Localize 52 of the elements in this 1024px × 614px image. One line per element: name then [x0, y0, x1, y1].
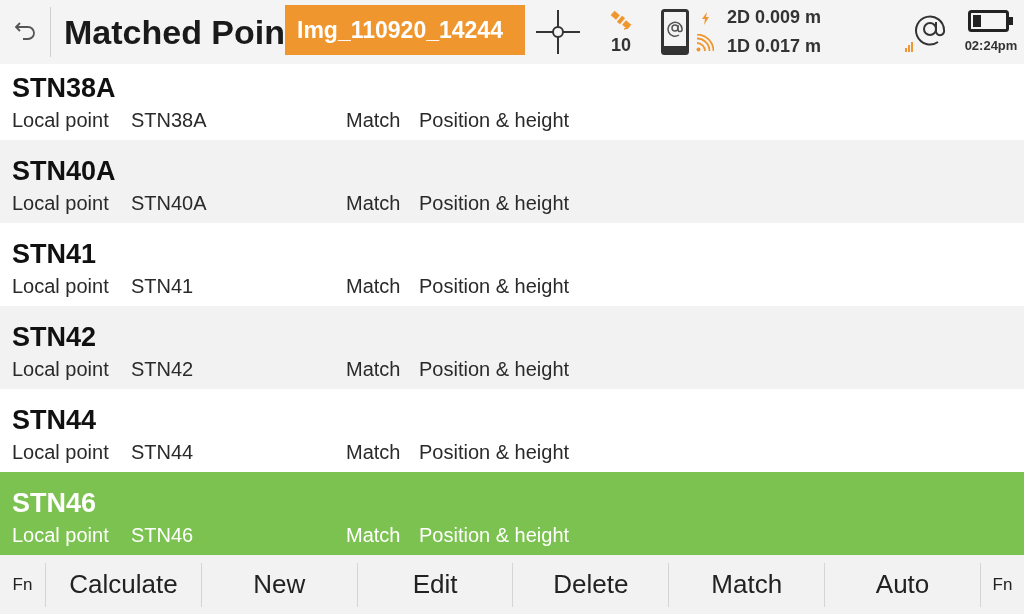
point-name: STN41	[12, 238, 97, 271]
point-row[interactable]: STN40A Local point STN40A Match Position & height	[0, 140, 1024, 223]
match-label: Match	[346, 108, 401, 133]
local-point-label: Local point	[12, 440, 109, 465]
local-point-label: Local point	[12, 191, 109, 216]
local-point-label: Local point	[12, 108, 109, 133]
match-label: Match	[346, 523, 401, 548]
toolbar-button[interactable]: Match	[669, 555, 825, 614]
local-point-value: STN42	[131, 357, 194, 382]
clock-time: 02:24pm	[964, 38, 1018, 54]
point-name: STN44	[12, 404, 97, 437]
match-value: Position & height	[419, 357, 570, 382]
local-point-value: STN46	[131, 523, 194, 548]
page-title: Matched Poin	[64, 12, 286, 52]
phone-icon[interactable]	[661, 9, 690, 55]
precision-reading: 1D 0.017 m	[727, 35, 822, 58]
satellite-count: 10	[611, 33, 632, 56]
toolbar-button[interactable]: Auto	[825, 555, 980, 614]
point-name: STN42	[12, 321, 97, 354]
local-point-label: Local point	[12, 357, 109, 382]
toolbar-button[interactable]: Delete	[513, 555, 669, 614]
local-point-label: Local point	[12, 523, 109, 548]
battery-icon[interactable]	[968, 10, 1014, 32]
point-name: STN40A	[12, 155, 116, 188]
local-point-label: Local point	[12, 274, 109, 299]
match-value: Position & height	[419, 274, 570, 299]
match-label: Match	[346, 440, 401, 465]
match-label: Match	[346, 274, 401, 299]
match-value: Position & height	[419, 440, 570, 465]
point-name: STN38A	[12, 72, 116, 105]
local-point-value: STN44	[131, 440, 194, 465]
point-name: STN46	[12, 487, 97, 520]
point-row[interactable]: STN42 Local point STN42 Match Position & height	[0, 306, 1024, 389]
back-icon[interactable]	[13, 21, 37, 43]
precision-reading: 2D 0.009 m	[727, 6, 822, 29]
bolt-icon	[700, 12, 710, 25]
local-point-value: STN38A	[131, 108, 207, 133]
wifi-icon	[696, 34, 715, 52]
match-value: Position & height	[419, 108, 570, 133]
image-label: Img_110920_14244	[285, 5, 526, 55]
fn-button[interactable]: Fn	[980, 555, 1024, 614]
crosshair-icon[interactable]	[536, 10, 581, 54]
match-label: Match	[346, 357, 401, 382]
local-point-value: STN41	[131, 274, 194, 299]
toolbar-button[interactable]: New	[201, 555, 357, 614]
match-value: Position & height	[419, 191, 570, 216]
match-label: Match	[346, 191, 401, 216]
toolbar-button[interactable]: Edit	[357, 555, 513, 614]
local-point-value: STN40A	[131, 191, 207, 216]
toolbar-button[interactable]: Calculate	[46, 555, 201, 614]
fn-button[interactable]: Fn	[0, 555, 45, 614]
match-value: Position & height	[419, 523, 570, 548]
